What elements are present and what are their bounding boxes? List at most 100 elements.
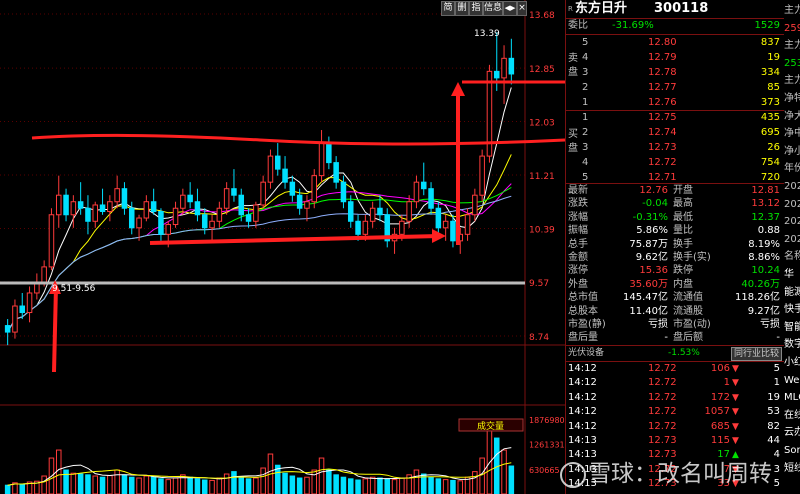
tick-count: 44 — [767, 435, 780, 446]
stat-label: 涨跌 — [568, 198, 588, 210]
side-cell: 小红 — [784, 357, 800, 368]
price-tick-label: 10.39 — [529, 225, 555, 235]
stat-value: 9.62亿 — [635, 252, 668, 263]
book-volume: 19 — [767, 52, 780, 63]
candle-body — [267, 155, 274, 183]
watermark: 雪球：改名叫周转 — [560, 456, 800, 492]
candle-body — [201, 214, 208, 229]
tick-row[interactable]: 14:12 12.72 172 ▼ 19 — [566, 391, 784, 405]
chart-toolbar: 简 删 指 信息 ◀▶ × — [441, 0, 527, 16]
toolbar-indicator-button[interactable]: 指 — [469, 1, 483, 16]
volume-bar — [114, 469, 120, 494]
ask-row[interactable]: 2 12.77 85 — [566, 80, 784, 95]
bid-row[interactable]: 1 12.75 435 — [566, 110, 784, 125]
toolbar-close-button[interactable]: × — [517, 1, 527, 16]
stat-label: 市盈(静) — [568, 319, 606, 330]
sector-compare-button[interactable]: 同行业比较 — [730, 347, 782, 361]
tick-row[interactable]: 14:12 12.72 685 ▼ 82 — [566, 420, 784, 434]
stats-row: 外盘 35.60万 内盘 40.26万 — [566, 278, 784, 292]
side-cell: 净中 — [784, 128, 800, 140]
tick-row[interactable]: 14:12 12.72 1 ▼ 1 — [566, 376, 784, 390]
stat-label: 涨幅 — [568, 211, 588, 223]
candle-body — [12, 305, 18, 333]
tick-time: 14:12 — [568, 406, 597, 418]
tick-row[interactable]: 14:12 12.72 106 ▼ 5 — [566, 362, 784, 376]
volume-bar — [4, 484, 11, 494]
book-volume: 26 — [767, 142, 780, 153]
book-level: 2 — [582, 127, 589, 138]
candle-body — [326, 142, 332, 164]
candle-body — [493, 70, 500, 79]
candle-body — [231, 188, 237, 196]
stat-label: 换手 — [673, 238, 693, 250]
tick-volume: 1 — [723, 377, 730, 389]
side-cell: 主力 — [784, 5, 800, 16]
stat-label: 流通股 — [673, 305, 703, 317]
stat-label: 量比 — [673, 225, 693, 237]
sector-name[interactable]: 光伏设备 — [568, 346, 604, 360]
ask-row[interactable]: 5 12.80 837 — [566, 35, 784, 50]
tick-price: 12.72 — [648, 420, 677, 432]
candle-body — [128, 207, 135, 229]
tick-volume: 685 — [710, 420, 730, 432]
stat-label: 盘后额 — [673, 332, 703, 344]
side-cell: 能源 — [784, 286, 800, 298]
volume-bar — [318, 457, 325, 494]
side-cell: 主力 — [784, 75, 800, 87]
stock-title: R 东方日升 300118 — [566, 0, 784, 18]
stats-row: 最新 12.76 开盘 12.81 — [566, 184, 784, 198]
stat-value: 75.87万 — [629, 238, 668, 250]
book-volume: 85 — [767, 82, 780, 93]
volume-bar — [231, 471, 237, 494]
price-tick-label: 13.68 — [529, 11, 555, 21]
toolbar-scroll-button[interactable]: ◀▶ — [503, 1, 517, 16]
stats-row: 市盈(静) 亏损 市盈(动) 亏损 — [566, 318, 784, 332]
candle-body — [41, 266, 47, 284]
toolbar-info-button[interactable]: 信息 — [483, 1, 503, 16]
ask-row[interactable]: 4 12.79 19 — [566, 50, 784, 65]
volume-bar — [121, 474, 128, 494]
tick-time: 14:12 — [568, 363, 597, 374]
volume-bar — [435, 478, 442, 494]
candle-body — [420, 181, 427, 190]
volume-bar — [194, 478, 201, 494]
bid-row[interactable]: 3 12.73 26 — [566, 140, 784, 155]
candle-body — [209, 220, 215, 229]
book-volume: 373 — [760, 97, 780, 108]
volume-bar — [70, 472, 77, 494]
side-cell: Wel — [784, 374, 800, 386]
volume-bar — [41, 475, 47, 494]
volume-bar — [158, 478, 164, 494]
arrow-down-icon: ▼ — [732, 378, 739, 389]
candle-body — [114, 188, 120, 203]
tick-time: 14:12 — [568, 420, 597, 432]
side-cell: 259 — [784, 22, 800, 34]
book-volume: 837 — [760, 37, 780, 48]
stat-label: 换手(实) — [673, 252, 711, 263]
tick-count: 1 — [773, 377, 780, 389]
stock-name: 东方日升 — [575, 1, 628, 16]
book-level: 3 — [582, 67, 589, 78]
toolbar-simple-button[interactable]: 简 — [441, 1, 455, 16]
candle-body — [48, 214, 55, 268]
price-tick-label: 9.57 — [529, 279, 549, 289]
ask-row[interactable]: 1 12.76 373 — [566, 95, 784, 110]
volume-bar — [253, 477, 259, 494]
toolbar-delete-button[interactable]: 删 — [455, 1, 469, 16]
tick-row[interactable]: 14:12 12.72 1057 ▼ 53 — [566, 405, 784, 419]
side-cell: 数字 — [784, 339, 800, 351]
side-cell: 在线 — [784, 409, 800, 421]
side-cell: 主力 — [784, 40, 800, 52]
tick-row[interactable]: 14:13 12.73 115 ▼ 44 — [566, 434, 784, 448]
bid-row[interactable]: 4 12.72 754 — [566, 155, 784, 170]
stat-label: 市盈(动) — [673, 319, 711, 330]
kline-chart[interactable]: 13.68 12.85 12.03 11.21 10.39 9.57 8.74 187698… — [0, 0, 565, 494]
ask-row[interactable]: 3 12.78 334 — [566, 65, 784, 80]
book-level: 1 — [582, 112, 589, 123]
bid-row[interactable]: 2 12.74 695 — [566, 125, 784, 140]
candle-body — [26, 292, 33, 314]
stat-value: 8.19% — [748, 238, 780, 250]
volume-bar — [479, 457, 485, 494]
weibi-row: 委比 -31.69% 1529 — [566, 18, 784, 34]
stock-code: 300118 — [654, 1, 709, 16]
